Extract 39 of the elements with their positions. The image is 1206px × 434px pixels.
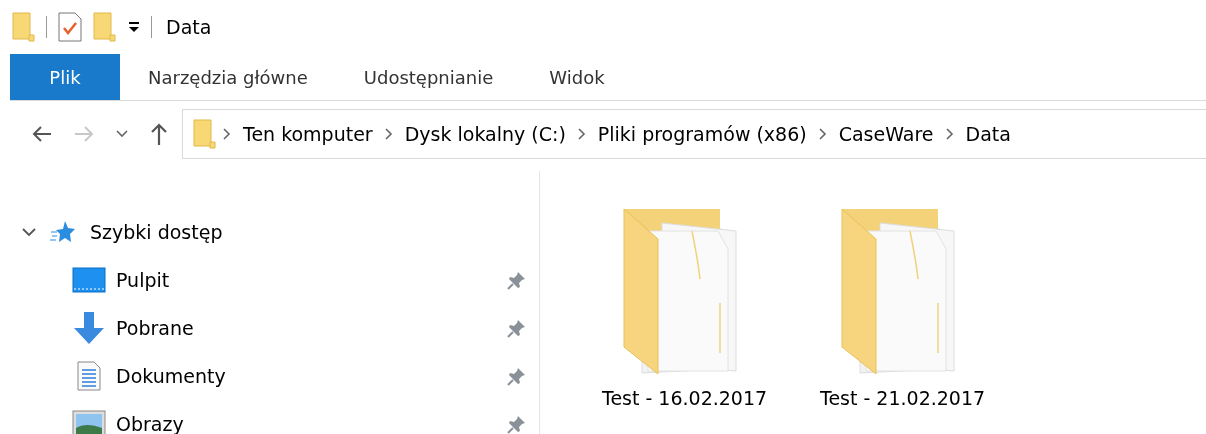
breadcrumb-item[interactable]: Ten komputer bbox=[237, 123, 379, 145]
ribbon-tab[interactable]: Narzędzia główne bbox=[120, 54, 336, 100]
folder-name[interactable]: Test - 21.02.2017 bbox=[820, 387, 986, 409]
breadcrumb-item[interactable]: CaseWare bbox=[832, 123, 940, 145]
sidebar-item[interactable]: Pulpit bbox=[116, 269, 170, 291]
ribbon-tab[interactable]: Widok bbox=[521, 54, 633, 100]
star-icon bbox=[50, 220, 76, 244]
breadcrumb-item[interactable]: Dysk lokalny (C:) bbox=[398, 123, 572, 145]
address-bar[interactable]: Ten komputer Dysk lokalny (C:) Pliki programów (x86) CaseWare Data bbox=[182, 109, 1206, 159]
window-title: Data bbox=[166, 16, 212, 38]
up-arrow-icon[interactable] bbox=[150, 123, 168, 145]
pin-icon[interactable] bbox=[507, 318, 527, 338]
sidebar-item[interactable]: Dokumenty bbox=[116, 365, 226, 387]
pin-icon[interactable] bbox=[507, 270, 527, 290]
properties-check-icon[interactable] bbox=[57, 11, 83, 43]
dropdown-icon[interactable] bbox=[127, 20, 141, 34]
download-arrow-icon bbox=[72, 312, 106, 344]
chevron-icon[interactable] bbox=[818, 128, 827, 140]
breadcrumb-item[interactable]: Pliki programów (x86) bbox=[591, 123, 813, 145]
folder-icon bbox=[12, 11, 36, 43]
recent-caret-icon[interactable] bbox=[116, 130, 128, 138]
chevron-icon[interactable] bbox=[384, 128, 393, 140]
folder-icon bbox=[193, 118, 217, 150]
pin-icon[interactable] bbox=[507, 414, 527, 434]
desktop-icon bbox=[72, 267, 106, 293]
picture-icon bbox=[72, 410, 106, 434]
sidebar-item[interactable]: Pobrane bbox=[116, 317, 194, 339]
chevron-icon[interactable] bbox=[945, 128, 954, 140]
quick-access-label[interactable]: Szybki dostęp bbox=[90, 221, 223, 243]
back-arrow-icon[interactable] bbox=[32, 125, 52, 143]
ribbon-tab[interactable]: Udostępnianie bbox=[335, 54, 522, 100]
chevron-icon[interactable] bbox=[223, 128, 231, 140]
pin-icon[interactable] bbox=[507, 366, 527, 386]
chevron-icon[interactable] bbox=[577, 128, 586, 140]
expanded-caret-icon[interactable] bbox=[22, 227, 36, 237]
breadcrumb-item[interactable]: Data bbox=[959, 123, 1017, 145]
ribbon-tab[interactable]: Plik bbox=[10, 54, 120, 100]
folder-name[interactable]: Test - 16.02.2017 bbox=[602, 387, 768, 409]
document-icon bbox=[76, 360, 102, 392]
